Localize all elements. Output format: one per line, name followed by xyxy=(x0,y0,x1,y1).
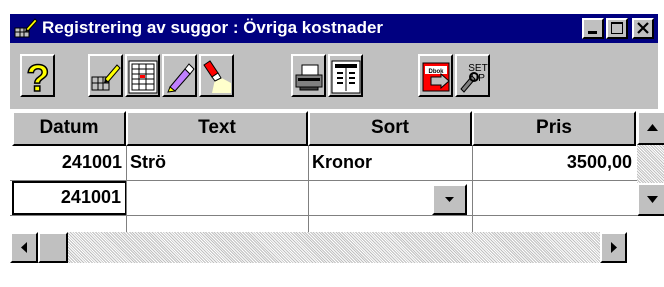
minimize-button[interactable] xyxy=(582,18,604,39)
flashlight-search-icon xyxy=(203,60,231,93)
help-button[interactable]: ? xyxy=(20,54,55,97)
column-divider xyxy=(126,146,127,232)
title-bar[interactable]: Registrering av suggor : Övriga kostnade… xyxy=(10,14,658,43)
column-header-datum[interactable]: Datum xyxy=(12,111,126,146)
column-header-sort[interactable]: Sort xyxy=(308,111,472,146)
row-divider xyxy=(10,215,637,216)
horizontal-scroll-track[interactable] xyxy=(38,232,600,263)
vertical-scroll-track[interactable] xyxy=(637,145,664,183)
vertical-scrollbar[interactable] xyxy=(637,111,664,216)
window-title: Registrering av suggor : Övriga kostnade… xyxy=(42,18,384,37)
horizontal-scrollbar[interactable] xyxy=(10,232,627,263)
marker-pen-button[interactable] xyxy=(162,54,197,97)
scroll-up-button[interactable] xyxy=(637,111,664,145)
column-divider xyxy=(472,146,473,232)
data-grid: Datum Text Sort Pris 241001 Strö Kronor … xyxy=(10,109,664,241)
app-icon[interactable] xyxy=(14,17,38,39)
toolbar: ? Dbok SET UP xyxy=(10,43,658,109)
flashlight-search-button[interactable] xyxy=(199,54,234,97)
scroll-left-button[interactable] xyxy=(10,232,38,263)
report-button[interactable] xyxy=(328,54,363,97)
print-button[interactable] xyxy=(291,54,326,97)
app-window: Registrering av suggor : Övriga kostnade… xyxy=(0,0,664,287)
minimize-icon xyxy=(588,31,597,34)
close-icon xyxy=(637,22,649,34)
row-divider xyxy=(10,180,637,181)
cell-pris[interactable]: 3500,00 xyxy=(472,146,636,180)
cell-pris[interactable] xyxy=(472,181,636,215)
scroll-down-button[interactable] xyxy=(637,183,664,216)
exit-icon: Dbok xyxy=(422,62,450,92)
maximize-button[interactable] xyxy=(606,18,628,39)
column-header-text[interactable]: Text xyxy=(126,111,308,146)
cell-text[interactable] xyxy=(126,181,308,215)
edit-record-button[interactable] xyxy=(88,54,123,97)
printer-icon xyxy=(295,64,323,91)
cell-sort[interactable]: Kronor xyxy=(308,146,472,180)
column-header-pris[interactable]: Pris xyxy=(472,111,636,146)
marker-pen-icon xyxy=(167,63,195,93)
edit-record-icon xyxy=(91,64,121,91)
column-divider xyxy=(308,146,309,232)
form-grid-icon xyxy=(128,60,158,94)
report-icon xyxy=(331,60,361,94)
exit-button[interactable]: Dbok xyxy=(418,54,453,97)
cell-sort-combo[interactable] xyxy=(308,181,432,215)
help-icon: ? xyxy=(26,59,51,95)
arrow-up-icon xyxy=(647,124,658,131)
setup-icon: SET UP xyxy=(460,63,488,93)
cell-datum-focused[interactable]: 241001 xyxy=(12,181,127,215)
arrow-left-icon xyxy=(21,242,27,253)
form-grid-button[interactable] xyxy=(125,54,160,97)
arrow-right-icon xyxy=(611,242,617,253)
scroll-right-button[interactable] xyxy=(600,232,627,263)
cell-text[interactable]: Strö xyxy=(126,146,308,180)
setup-button[interactable]: SET UP xyxy=(455,54,490,97)
arrow-down-icon xyxy=(647,196,658,203)
sort-dropdown-button[interactable] xyxy=(432,184,467,215)
maximize-icon xyxy=(611,22,623,34)
chevron-down-icon xyxy=(445,197,454,202)
close-button[interactable] xyxy=(632,18,654,39)
svg-text:?: ? xyxy=(26,59,49,95)
horizontal-scroll-thumb[interactable] xyxy=(38,232,68,263)
cell-datum[interactable]: 241001 xyxy=(12,146,126,180)
